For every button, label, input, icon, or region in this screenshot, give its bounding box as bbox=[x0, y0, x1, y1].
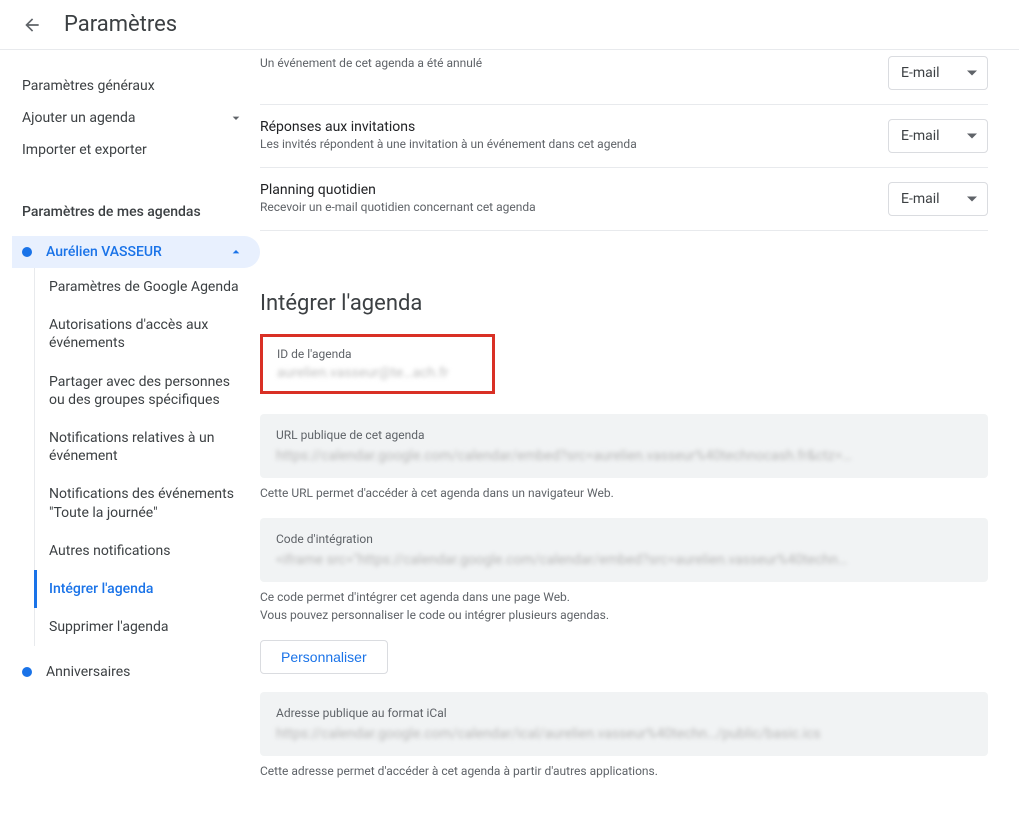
notification-row-cancelled: Un événement de cet agenda a été annulé … bbox=[260, 50, 988, 105]
sidebar: Paramètres généraux Ajouter un agenda Im… bbox=[0, 50, 260, 822]
embed-code-box[interactable]: Code d'intégration <iframe src="https://… bbox=[260, 518, 988, 582]
chevron-down-icon bbox=[228, 110, 244, 126]
sidebar-calendar-birthdays[interactable]: Anniversaires bbox=[12, 656, 260, 688]
embed-code-value: <iframe src="https://calendar.google.com… bbox=[276, 552, 972, 568]
select-invite-replies[interactable]: E-mail bbox=[888, 119, 988, 153]
back-arrow-icon[interactable] bbox=[20, 13, 44, 37]
sidebar-import-export[interactable]: Importer et exporter bbox=[12, 134, 260, 166]
sidebar-calendar-active[interactable]: Aurélien VASSEUR bbox=[12, 236, 260, 268]
subitem-access-permissions[interactable]: Autorisations d'accès aux événements bbox=[35, 306, 260, 362]
select-daily-planning[interactable]: E-mail bbox=[888, 182, 988, 216]
calendar-id-highlight: ID de l'agenda aurelien.vasseur@te…ach.f… bbox=[260, 334, 495, 394]
subitem-allday-notifications[interactable]: Notifications des événements "Toute la j… bbox=[35, 475, 260, 531]
ical-box[interactable]: Adresse publique au format iCal https://… bbox=[260, 692, 988, 756]
ical-helper: Cette adresse permet d'accéder à cet age… bbox=[260, 764, 988, 778]
chevron-up-icon bbox=[228, 244, 244, 260]
notification-row-daily: Planning quotidien Recevoir un e-mail qu… bbox=[260, 168, 988, 231]
subitem-calendar-settings[interactable]: Paramètres de Google Agenda bbox=[35, 268, 260, 306]
main-content: Un événement de cet agenda a été annulé … bbox=[260, 50, 1000, 822]
integrate-section-title: Intégrer l'agenda bbox=[260, 291, 988, 316]
calendar-color-dot bbox=[22, 667, 32, 677]
sidebar-mycalendars-header: Paramètres de mes agendas bbox=[12, 196, 260, 228]
notification-row-invite-replies: Réponses aux invitations Les invités rép… bbox=[260, 105, 988, 168]
sidebar-add-calendar[interactable]: Ajouter un agenda bbox=[12, 102, 260, 134]
settings-header: Paramètres bbox=[0, 0, 1019, 50]
page-title: Paramètres bbox=[64, 12, 177, 37]
public-url-box[interactable]: URL publique de cet agenda https://calen… bbox=[260, 414, 988, 478]
public-url-helper: Cette URL permet d'accéder à cet agenda … bbox=[260, 486, 988, 500]
subitem-share-specific[interactable]: Partager avec des personnes ou des group… bbox=[35, 363, 260, 419]
embed-code-helper2: Vous pouvez personnaliser le code ou int… bbox=[260, 608, 988, 622]
calendar-color-dot bbox=[22, 247, 32, 257]
subitem-event-notifications[interactable]: Notifications relatives à un événement bbox=[35, 419, 260, 475]
subitem-other-notifications[interactable]: Autres notifications bbox=[35, 532, 260, 570]
embed-code-helper1: Ce code permet d'intégrer cet agenda dan… bbox=[260, 590, 988, 604]
calendar-id-label: ID de l'agenda bbox=[277, 347, 478, 361]
sidebar-general-settings[interactable]: Paramètres généraux bbox=[12, 70, 260, 102]
subitem-delete-calendar[interactable]: Supprimer l'agenda bbox=[35, 608, 260, 646]
select-cancelled-notify[interactable]: E-mail bbox=[888, 56, 988, 90]
sidebar-subitems: Paramètres de Google Agenda Autorisation… bbox=[34, 268, 260, 646]
public-url-value: https://calendar.google.com/calendar/emb… bbox=[276, 448, 972, 464]
calendar-id-value: aurelien.vasseur@te…ach.fr bbox=[277, 365, 478, 381]
subitem-integrate-calendar[interactable]: Intégrer l'agenda bbox=[34, 570, 260, 608]
ical-value: https://calendar.google.com/calendar/ica… bbox=[276, 726, 972, 742]
customize-button[interactable]: Personnaliser bbox=[260, 640, 388, 674]
